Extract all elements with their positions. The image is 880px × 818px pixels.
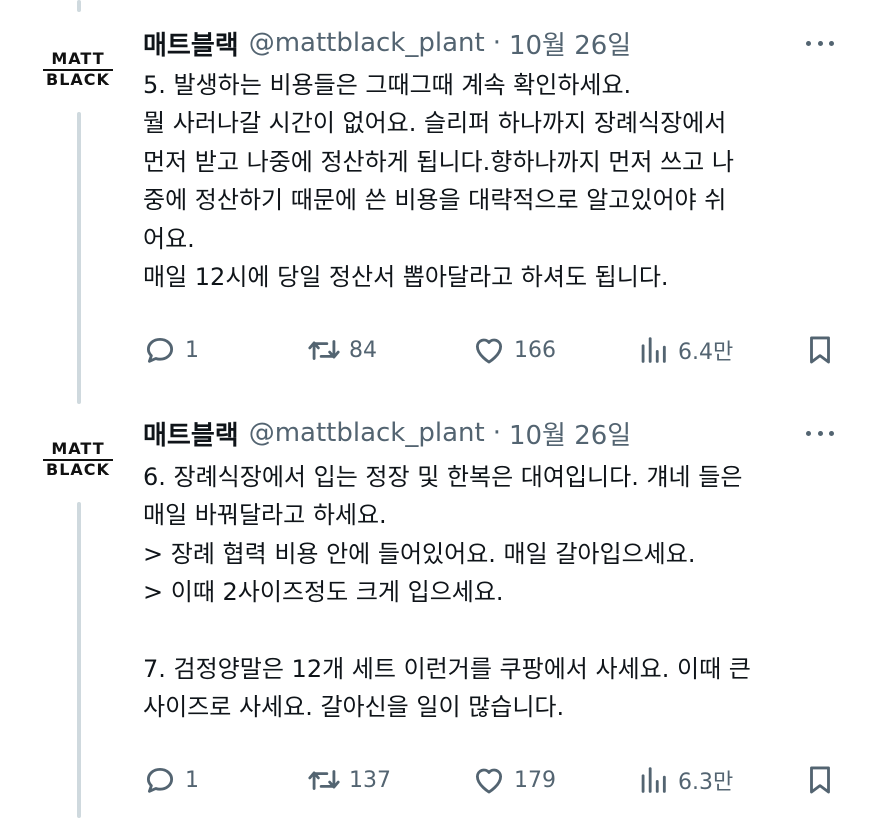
author-handle[interactable]: @mattblack_plant <box>249 418 485 448</box>
views-count: 6.3만 <box>678 770 734 795</box>
tweet-line: 뭘 사러나갈 시간이 없어요. 슬리퍼 하나까지 장례식장에서 <box>143 109 727 138</box>
like-count: 166 <box>514 337 556 363</box>
views-count: 6.4만 <box>678 340 734 365</box>
tweet-actions: 1 137 179 6.3만 <box>143 760 838 800</box>
tweet-line: 6. 장례식장에서 입는 정장 및 한복은 대여입니다. 걔네 들은 <box>143 463 743 491</box>
avatar-text-matt: MATT <box>51 49 105 69</box>
reply-count: 1 <box>185 337 199 363</box>
more-dot-icon <box>829 40 834 46</box>
like-button[interactable]: 179 <box>472 760 556 800</box>
tweet-line: 매일 12시에 당일 정산서 뽑아달라고 하셔도 됩니다. <box>143 263 669 292</box>
avatar[interactable]: MATT BLACK <box>40 434 116 486</box>
avatar-text-matt: MATT <box>51 439 105 459</box>
tweet-6[interactable]: MATT BLACK 매트블랙 @mattblack_plant · 10월 2… <box>0 400 880 818</box>
reply-button[interactable]: 1 <box>143 330 199 370</box>
retweet-icon <box>308 340 340 360</box>
retweet-button[interactable]: 84 <box>307 330 377 370</box>
avatar[interactable]: MATT BLACK <box>40 44 116 96</box>
reply-icon <box>146 337 174 363</box>
retweet-icon <box>308 770 340 790</box>
like-count: 179 <box>514 767 556 793</box>
more-dot-icon <box>817 430 823 436</box>
bookmark-icon <box>810 766 830 794</box>
tweet-header: 매트블랙 @mattblack_plant · 10월 26일 <box>143 415 631 452</box>
heart-icon <box>475 768 503 794</box>
avatar-text-black: BLACK <box>46 460 110 479</box>
reply-button[interactable]: 1 <box>143 760 199 800</box>
views-button[interactable]: 6.4만 <box>636 330 733 370</box>
more-dot-icon <box>817 40 823 46</box>
more-options-button[interactable] <box>800 423 840 443</box>
more-dot-icon <box>806 40 811 46</box>
tweet-date[interactable]: 10월 26일 <box>509 415 631 452</box>
tweet-5[interactable]: MATT BLACK 매트블랙 @mattblack_plant · 10월 2… <box>0 0 880 400</box>
author-handle[interactable]: @mattblack_plant <box>249 28 485 58</box>
separator-dot: · <box>492 418 501 448</box>
tweet-line: 매일 바꿔달라고 하세요. <box>143 501 387 530</box>
like-button[interactable]: 166 <box>472 330 556 370</box>
more-dot-icon <box>806 430 811 436</box>
tweet-text: 5. 발생하는 비용들은 그때그때 계속 확인하세요. 뭘 사러나갈 시간이 없… <box>143 66 843 296</box>
avatar-text-black: BLACK <box>46 70 110 89</box>
retweet-count: 137 <box>349 767 391 793</box>
tweet-line: 먼저 받고 나중에 정산하게 됩니다.향하나까지 먼저 쓰고 나 <box>143 147 734 176</box>
bookmark-button[interactable] <box>803 760 837 800</box>
tweet-line: > 이때 2사이즈정도 크게 입으세요. <box>143 578 504 607</box>
more-dot-icon <box>829 430 834 436</box>
tweet-header: 매트블랙 @mattblack_plant · 10월 26일 <box>143 25 631 62</box>
views-button[interactable]: 6.3만 <box>636 760 733 800</box>
author-name[interactable]: 매트블랙 <box>143 415 239 452</box>
views-icon <box>641 767 666 793</box>
tweet-actions: 1 84 166 6.4만 <box>143 330 838 370</box>
separator-dot: · <box>492 28 501 58</box>
tweet-text: 6. 장례식장에서 입는 정장 및 한복은 대여입니다. 걔네 들은 매일 바꿔… <box>143 458 843 727</box>
tweet-line: > 장례 협력 비용 안에 들어있어요. 매일 갈아입으세요. <box>143 539 696 568</box>
tweet-date[interactable]: 10월 26일 <box>509 25 631 62</box>
bookmark-button[interactable] <box>803 330 837 370</box>
tweet-line: 5. 발생하는 비용들은 그때그때 계속 확인하세요. <box>143 71 632 99</box>
tweet-line: 어요. <box>143 224 195 253</box>
author-name[interactable]: 매트블랙 <box>143 25 239 62</box>
heart-icon <box>475 338 503 364</box>
tweet-line: 사이즈로 사세요. 갈아신을 일이 많습니다. <box>143 693 565 722</box>
reply-count: 1 <box>185 767 199 793</box>
views-icon <box>641 337 666 363</box>
tweet-line <box>143 612 843 650</box>
bookmark-icon <box>810 336 830 364</box>
tweet-line: 7. 검정양말은 12개 세트 이런거를 쿠팡에서 사세요. 이때 큰 <box>143 655 751 684</box>
tweet-line: 중에 정산하기 때문에 쓴 비용을 대략적으로 알고있어야 쉬 <box>143 186 727 215</box>
more-options-button[interactable] <box>800 33 840 53</box>
retweet-button[interactable]: 137 <box>307 760 391 800</box>
reply-icon <box>146 767 174 793</box>
retweet-count: 84 <box>349 337 377 363</box>
